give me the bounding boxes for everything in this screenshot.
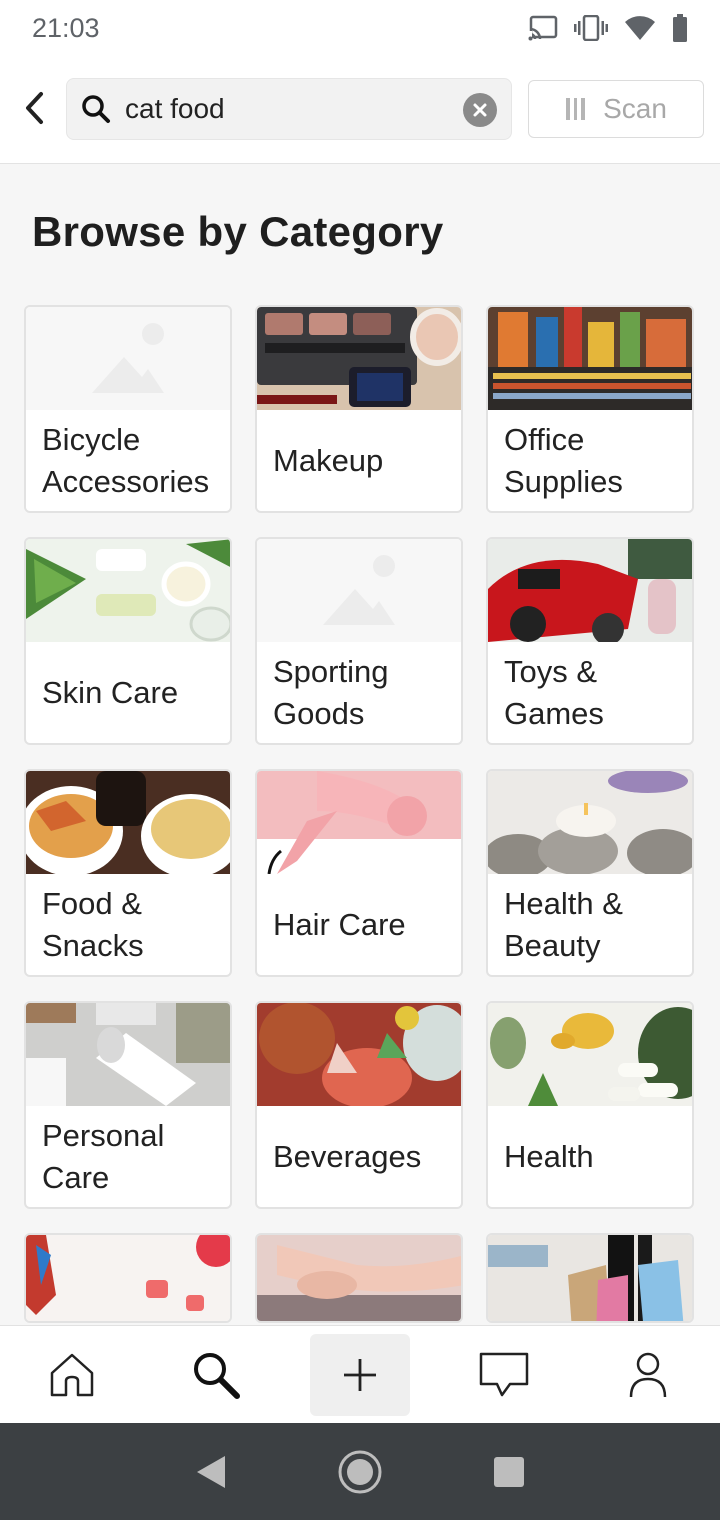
holding-hands-photo: [257, 1235, 461, 1321]
category-card-health[interactable]: Health: [486, 1001, 694, 1209]
close-icon: [473, 103, 487, 117]
category-card-food-snacks[interactable]: Food & Snacks: [24, 769, 232, 977]
search-box[interactable]: [66, 78, 512, 140]
status-time: 21:03: [32, 12, 100, 43]
category-card-partial[interactable]: [486, 1233, 694, 1323]
clear-search-button[interactable]: [463, 93, 497, 127]
back-button[interactable]: [18, 88, 50, 128]
vitamins-photo: [488, 1003, 692, 1106]
vibrate-icon: [574, 15, 608, 41]
profile-icon: [629, 1352, 667, 1397]
system-recents-icon[interactable]: [493, 1456, 525, 1488]
back-arrow-icon: [26, 92, 43, 124]
shopping-bags-photo: [488, 1235, 692, 1321]
makeup-photo: [257, 307, 461, 410]
skin-care-photo: [26, 539, 230, 642]
nav-add[interactable]: [310, 1333, 410, 1416]
category-label: Personal Care: [42, 1117, 165, 1195]
battery-icon: [673, 14, 687, 42]
category-grid: Bicycle Accessories Makeup Office Suppli…: [24, 305, 696, 1323]
search-icon: [82, 95, 110, 123]
cast-icon: [528, 15, 558, 41]
search-input[interactable]: [125, 93, 445, 125]
category-card-toys-games[interactable]: Toys & Games: [486, 537, 694, 745]
category-card-partial[interactable]: [255, 1233, 463, 1323]
nav-messages[interactable]: [454, 1334, 554, 1416]
toys-photo: [488, 539, 692, 642]
scan-button[interactable]: Scan: [528, 80, 704, 138]
category-card-beverages[interactable]: Beverages: [255, 1001, 463, 1209]
status-icons: [528, 14, 688, 42]
chat-icon: [479, 1352, 529, 1396]
home-icon: [50, 1353, 94, 1396]
system-navigation-bar: [0, 1423, 720, 1520]
plus-icon: [344, 1358, 376, 1391]
category-label: Office Supplies: [504, 421, 623, 499]
category-label: Bicycle Accessories: [42, 421, 210, 499]
office-supplies-photo: [488, 307, 692, 410]
category-card-bicycle-accessories[interactable]: Bicycle Accessories: [24, 305, 232, 513]
category-card-makeup[interactable]: Makeup: [255, 305, 463, 513]
category-label: Makeup: [273, 442, 384, 478]
system-home-icon[interactable]: [337, 1449, 383, 1495]
status-bar: 21:03: [0, 0, 720, 56]
category-card-hair-care[interactable]: Hair Care: [255, 769, 463, 977]
nav-home[interactable]: [22, 1334, 122, 1416]
category-label: Hair Care: [273, 906, 406, 942]
page-title: Browse by Category: [32, 208, 444, 255]
category-card-partial[interactable]: [24, 1233, 232, 1323]
category-card-sporting-goods[interactable]: Sporting Goods: [255, 537, 463, 745]
drinks-photo: [257, 1003, 461, 1106]
search-header: Scan: [0, 56, 720, 164]
category-label: Health & Beauty: [504, 885, 623, 963]
scan-label: Scan: [603, 93, 667, 124]
category-label: Toys & Games: [504, 653, 604, 731]
system-back-icon[interactable]: [195, 1454, 227, 1490]
food-snacks-photo: [26, 771, 230, 874]
nav-search[interactable]: [166, 1334, 266, 1416]
nav-profile[interactable]: [598, 1334, 698, 1416]
barcode-icon: [566, 98, 586, 120]
bottom-navigation: [0, 1325, 720, 1423]
hair-dryer-photo: [257, 771, 461, 874]
category-label: Sporting Goods: [273, 653, 389, 731]
category-label: Beverages: [273, 1138, 422, 1174]
deodorant-photo: [26, 1003, 230, 1106]
search-icon: [194, 1352, 240, 1399]
spa-candle-photo: [488, 771, 692, 874]
category-label: Health: [504, 1138, 594, 1174]
pet-toys-photo: [26, 1235, 230, 1321]
wifi-icon: [625, 16, 655, 40]
image-placeholder-icon: [26, 307, 230, 410]
category-card-health-beauty[interactable]: Health & Beauty: [486, 769, 694, 977]
category-card-skin-care[interactable]: Skin Care: [24, 537, 232, 745]
category-card-personal-care[interactable]: Personal Care: [24, 1001, 232, 1209]
category-label: Skin Care: [42, 674, 179, 710]
category-label: Food & Snacks: [42, 885, 144, 963]
category-card-office-supplies[interactable]: Office Supplies: [486, 305, 694, 513]
image-placeholder-icon: [257, 539, 461, 642]
